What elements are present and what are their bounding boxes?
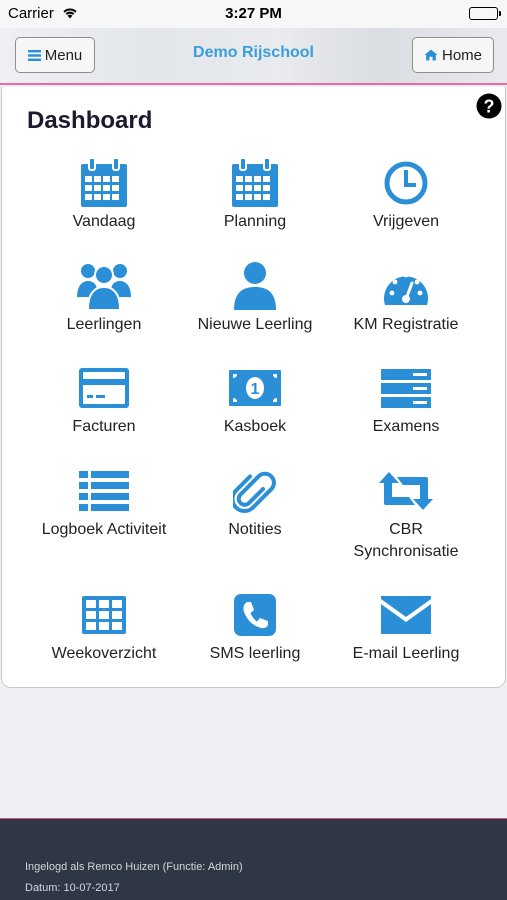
phone-icon [171,589,339,641]
tile-planning[interactable]: Planning [171,157,339,233]
status-bar: Carrier 3:27 PM [0,0,507,28]
retweet-icon [322,465,490,517]
tile-nieuwe-leerling[interactable]: Nieuwe Leerling [171,260,339,336]
home-icon [424,49,438,61]
tile-examens[interactable]: Examens [322,362,490,438]
help-icon[interactable]: ? [476,93,502,119]
tile-leerlingen[interactable]: Leerlingen [20,260,188,336]
home-button[interactable]: Home [412,37,494,73]
logged-in-text: Ingelogd als Remco Huizen (Functie: Admi… [25,861,243,873]
battery-icon [469,7,501,20]
money-icon: 1 [171,362,339,414]
tile-label: Vandaag [72,213,136,230]
tile-label: Nieuwe Leerling [197,316,313,333]
tile-label: Logboek Activiteit [41,521,167,538]
dashboard-panel: Dashboard ? Vandaag Planning Vrijgeven L… [1,87,506,688]
server-icon [322,362,490,414]
page-title: Dashboard [27,107,153,134]
tile-logboek-activiteit[interactable]: Logboek Activiteit [20,465,188,541]
status-time: 3:27 PM [225,5,282,22]
tile-cbr-synchronisatie[interactable]: CBR Synchronisatie [322,465,490,563]
tile-label: CBR Synchronisatie [353,521,459,560]
paperclip-icon [171,465,339,517]
tile-label: Facturen [72,418,136,435]
calendar-icon [171,157,339,209]
tile-weekoverzicht[interactable]: Weekoverzicht [20,589,188,665]
speedometer-icon [322,260,490,312]
users-icon [20,260,188,312]
date-text: Datum: 10-07-2017 [25,882,120,894]
app-header: Menu Demo Rijschool Home [0,28,507,85]
envelope-icon [322,589,490,641]
svg-text:1: 1 [251,381,260,398]
tile-email-leerling[interactable]: E-mail Leerling [322,589,490,665]
user-icon [171,260,339,312]
tile-label: Kasboek [223,418,287,435]
tile-label: Leerlingen [66,316,142,333]
tile-kasboek[interactable]: 1 Kasboek [171,362,339,438]
tile-label: Planning [223,213,287,230]
tile-km-registratie[interactable]: KM Registratie [322,260,490,336]
tile-label: Vrijgeven [372,213,440,230]
tile-sms-leerling[interactable]: SMS leerling [171,589,339,665]
tile-vandaag[interactable]: Vandaag [20,157,188,233]
tile-label: E-mail Leerling [352,645,460,662]
calendar-icon [20,157,188,209]
tile-label: Examens [372,418,440,435]
tile-notities[interactable]: Notities [171,465,339,541]
tile-vrijgeven[interactable]: Vrijgeven [322,157,490,233]
list-icon [20,465,188,517]
tile-label: Notities [228,521,282,538]
tile-label: KM Registratie [353,316,459,333]
credit-card-icon [20,362,188,414]
svg-text:?: ? [484,97,495,117]
tile-facturen[interactable]: Facturen [20,362,188,438]
tile-label: SMS leerling [209,645,301,662]
grid-icon [20,589,188,641]
footer: Ingelogd als Remco Huizen (Functie: Admi… [0,818,507,900]
home-button-label: Home [441,46,482,64]
tile-label: Weekoverzicht [51,645,157,662]
clock-icon [322,157,490,209]
